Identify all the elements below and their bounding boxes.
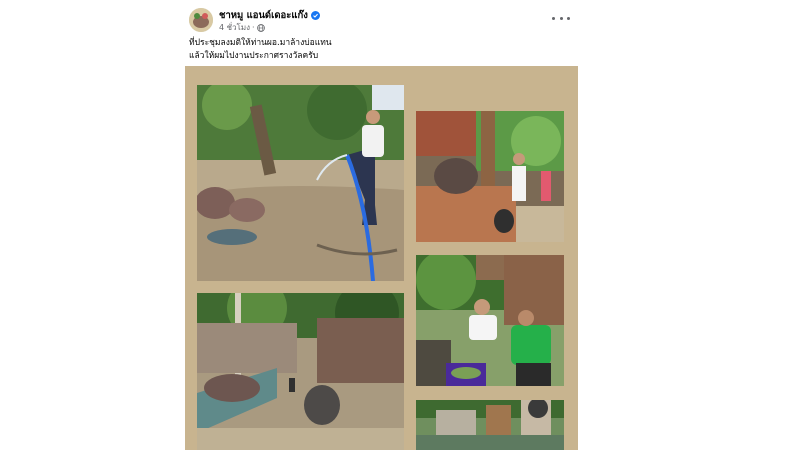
photo-hose-cleaning[interactable] xyxy=(197,85,404,281)
caption-line: ที่ประชุมลงมติให้ท่านผอ.มาล้างบ่อแทน xyxy=(189,38,332,48)
timestamp[interactable]: 4 ชั่วโมง xyxy=(219,21,250,34)
photo-hippos-fence[interactable] xyxy=(197,293,404,450)
dot xyxy=(567,16,570,20)
photo-enclosure-partial[interactable] xyxy=(416,400,564,450)
post-caption: ที่ประชุมลงมติให้ท่านผอ.มาล้างบ่อแทน แล้… xyxy=(189,37,332,63)
avatar[interactable] xyxy=(189,8,213,32)
meta-separator: · xyxy=(252,23,255,32)
dot xyxy=(552,16,555,20)
post-meta: 4 ชั่วโมง · xyxy=(219,21,265,34)
caption-line: แล้วให้ผมไปงานประกาศรางวัลครับ xyxy=(189,51,319,61)
photo-hippo-enclosure-wood[interactable] xyxy=(416,111,564,242)
more-options-icon[interactable] xyxy=(552,12,570,24)
photo-collage xyxy=(185,66,578,450)
verified-badge-icon xyxy=(310,11,320,20)
photo-two-men-bucket[interactable] xyxy=(416,255,564,386)
facebook-post: ชาหมู แอนด์เดอะแก๊ง 4 ชั่วโมง · ที่ประชุ… xyxy=(0,0,800,450)
dot xyxy=(559,16,563,20)
globe-icon xyxy=(256,23,265,32)
